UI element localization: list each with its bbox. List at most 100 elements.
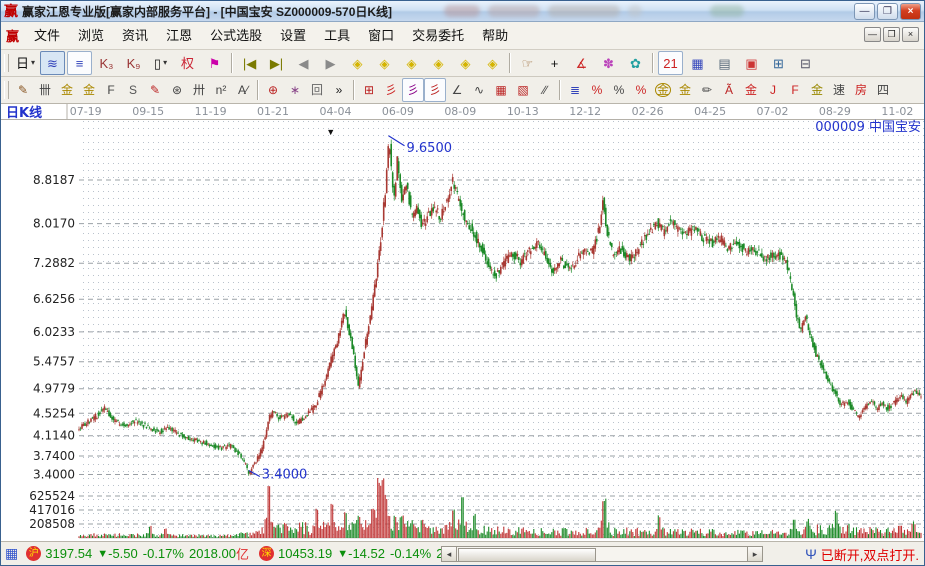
price-grid-button[interactable]: ▦ — [490, 78, 512, 102]
titlebar[interactable]: 赢 赢家江恩专业版[赢家内部服务平台] - [中国宝安 SZ000009-570… — [1, 1, 924, 22]
gann-fan-button[interactable]: 彡 — [380, 78, 402, 102]
export-data-button[interactable]: ⊞ — [766, 51, 791, 75]
cycle-circle-button[interactable]: ⊛ — [166, 78, 188, 102]
spiral-calendar-button[interactable]: S — [122, 78, 144, 102]
j-angle-button[interactable]: J — [762, 78, 784, 102]
menu-item-7[interactable]: 工具 — [315, 22, 359, 49]
time-ruler-button[interactable]: 卌 — [34, 78, 56, 102]
menu-item-10[interactable]: 帮助 — [473, 22, 517, 49]
shift-left-button[interactable]: ◈ — [345, 51, 370, 75]
angle-measure-button[interactable]: ∡ — [569, 51, 594, 75]
save-screen-button[interactable]: ▣ — [739, 51, 764, 75]
menu-item-9[interactable]: 交易委托 — [403, 22, 473, 49]
calculator-button[interactable]: ▦ — [685, 51, 710, 75]
quote-report-button[interactable]: ≡ — [67, 51, 92, 75]
golden-red-button[interactable]: 金 — [740, 78, 762, 102]
gann-hexagon-button[interactable]: ∗ — [284, 78, 306, 102]
zoom-in-horizontal-button[interactable]: ◈ — [399, 51, 424, 75]
crosshair-button[interactable]: + — [542, 51, 567, 75]
sz-market-badge[interactable]: 深 — [259, 546, 274, 561]
scroll-right-button[interactable]: ▸ — [747, 546, 763, 562]
colorful-kline-button[interactable]: ⚑ — [202, 51, 227, 75]
mdi-restore-button[interactable]: ❐ — [883, 27, 900, 42]
compress-vertical-button[interactable]: ◈ — [453, 51, 478, 75]
dropdown-arrow-icon[interactable]: ▾ — [163, 59, 167, 67]
dropdown-arrow-icon[interactable]: ▾ — [31, 59, 35, 67]
golden-circle-button[interactable]: 金 — [652, 78, 674, 102]
gann-circle-button[interactable]: ⊕ — [262, 78, 284, 102]
scrollbar-thumb[interactable] — [458, 548, 596, 562]
drag-hand-button[interactable]: ☞ — [515, 51, 540, 75]
fan-in-square-button[interactable]: 彡 — [424, 78, 446, 102]
gann-box-button[interactable]: ⊞ — [358, 78, 380, 102]
sh-market-badge[interactable]: 沪 — [26, 546, 41, 561]
menu-item-3[interactable]: 资讯 — [113, 22, 157, 49]
more-tools-button[interactable]: » — [328, 78, 350, 102]
data-table-icon[interactable]: ▦ — [5, 545, 18, 562]
time-ticks-button[interactable]: 卅 — [188, 78, 210, 102]
notepad-button[interactable]: ▤ — [712, 51, 737, 75]
percent-tool-button[interactable]: % — [608, 78, 630, 102]
harmonic-pattern-button[interactable]: ✿ — [623, 51, 648, 75]
price-grid-arrow-button[interactable]: ▧ — [512, 78, 534, 102]
percent-lines-button[interactable]: % — [630, 78, 652, 102]
menu-item-8[interactable]: 窗口 — [359, 22, 403, 49]
calendar-button[interactable]: 21 — [658, 51, 683, 75]
period-day-button[interactable]: 日▾ — [13, 51, 38, 75]
menu-item-1[interactable]: 文件 — [25, 22, 69, 49]
draw-pencil-red-button[interactable]: ✎ — [144, 78, 166, 102]
window-minimize-button[interactable]: — — [854, 3, 875, 20]
candle-edit-button[interactable]: ✏ — [696, 78, 718, 102]
speed-line-button[interactable]: 速 — [828, 78, 850, 102]
n-square-button[interactable]: n² — [210, 78, 232, 102]
candle-style-button[interactable]: ▯▾ — [148, 51, 173, 75]
gann-flower-button[interactable]: ✽ — [596, 51, 621, 75]
next-period-button[interactable]: ▶ — [318, 51, 343, 75]
angle-ruler-button[interactable]: A∕ — [232, 78, 254, 102]
menu-item-5[interactable]: 公式选股 — [201, 22, 271, 49]
golden-lines-button[interactable]: 金 — [674, 78, 696, 102]
kline-9-button[interactable]: K₉ — [121, 51, 146, 75]
scroll-left-button[interactable]: ◂ — [441, 546, 457, 562]
restore-rights-button[interactable]: 权 — [175, 51, 200, 75]
f-angle-button[interactable]: F — [784, 78, 806, 102]
window-close-button[interactable]: × — [900, 3, 921, 20]
kline-chart[interactable]: 日K线07-1909-1511-1901-2104-0406-0908-0910… — [1, 104, 924, 541]
gann-room-button[interactable]: 房 — [850, 78, 872, 102]
last-page-button[interactable]: ▶| — [264, 51, 289, 75]
menu-item-6[interactable]: 设置 — [271, 22, 315, 49]
fibonacci-lines-button[interactable]: F — [100, 78, 122, 102]
percent-retrace-button[interactable]: % — [586, 78, 608, 102]
golden-angle-button[interactable]: 金 — [806, 78, 828, 102]
toolbar-grip[interactable] — [4, 81, 9, 99]
chart-scrollbar[interactable]: ◂ ▸ — [441, 545, 763, 562]
four-split-button[interactable]: 四 — [872, 78, 894, 102]
price-ladder-button[interactable]: ≣ — [564, 78, 586, 102]
prev-period-button[interactable]: ◀ — [291, 51, 316, 75]
menu-item-2[interactable]: 浏览 — [69, 22, 113, 49]
first-page-button[interactable]: |◀ — [237, 51, 262, 75]
mdi-minimize-button[interactable]: — — [864, 27, 881, 42]
fan-in-box-button[interactable]: 彡 — [402, 78, 424, 102]
realtime-chart-button[interactable]: ≋ — [40, 51, 65, 75]
menu-item-4[interactable]: 江恩 — [157, 22, 201, 49]
toolbar-grip[interactable] — [4, 54, 9, 72]
mdi-close-button[interactable]: × — [902, 27, 919, 42]
print-button[interactable]: ⊟ — [793, 51, 818, 75]
parallel-lines-button[interactable]: ∕∕ — [534, 78, 556, 102]
zoom-out-horizontal-button[interactable]: ◈ — [426, 51, 451, 75]
wave-tool-button[interactable]: Ã — [718, 78, 740, 102]
connection-antenna-icon[interactable]: Ψ — [805, 546, 817, 562]
window-maximize-button[interactable]: ❐ — [877, 3, 898, 20]
golden-section-v-button[interactable]: 金 — [78, 78, 100, 102]
shift-right-button[interactable]: ◈ — [372, 51, 397, 75]
scrollbar-track[interactable] — [457, 546, 747, 562]
expand-vertical-button[interactable]: ◈ — [480, 51, 505, 75]
angle-lines-button[interactable]: ∠ — [446, 78, 468, 102]
draw-pencil-button[interactable]: ✎ — [12, 78, 34, 102]
connection-status-text[interactable]: 已断开,双点打开. — [821, 545, 919, 564]
kline-3-button[interactable]: K₃ — [94, 51, 119, 75]
gann-square-spiral-button[interactable]: 回 — [306, 78, 328, 102]
golden-section-h-button[interactable]: 金 — [56, 78, 78, 102]
zigzag-wave-button[interactable]: ∿ — [468, 78, 490, 102]
